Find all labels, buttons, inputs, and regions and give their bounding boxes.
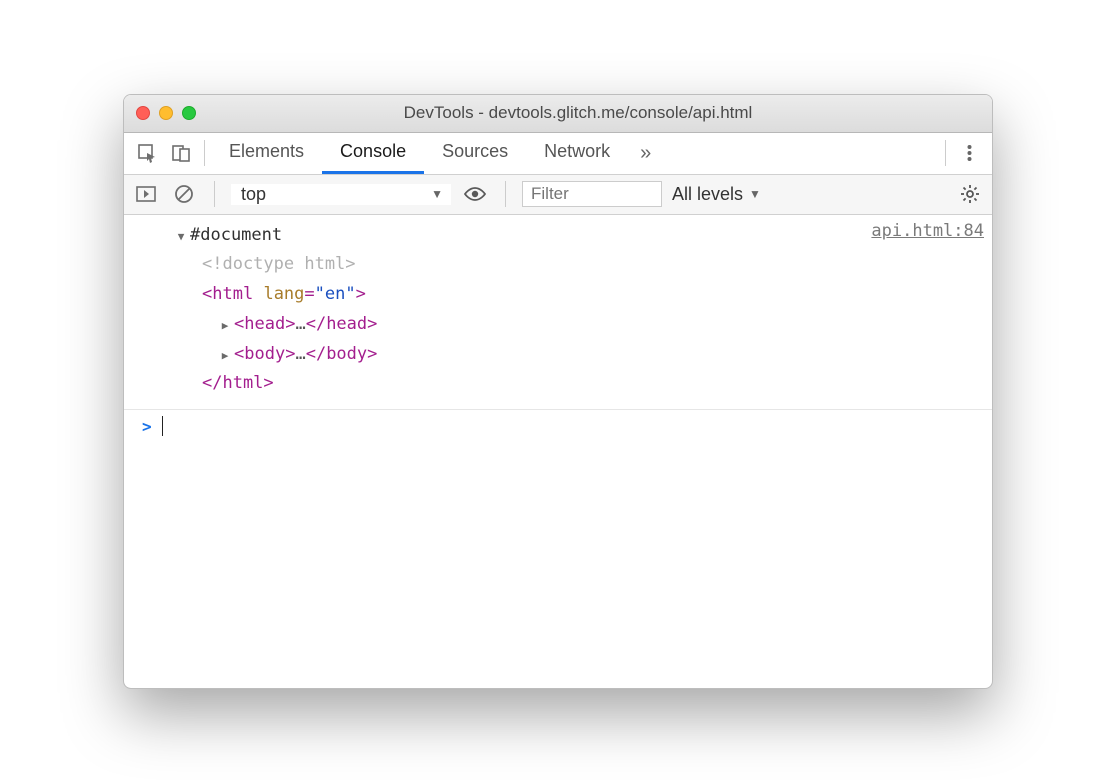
- separator: [505, 181, 506, 207]
- tab-network[interactable]: Network: [526, 133, 628, 174]
- inspect-tools: [130, 133, 198, 174]
- source-link[interactable]: api.html:84: [871, 221, 984, 400]
- window-controls: [136, 106, 196, 120]
- console-settings-icon[interactable]: [956, 180, 984, 208]
- log-levels-selector[interactable]: All levels ▼: [672, 184, 761, 205]
- main-tabstrip: Elements Console Sources Network »: [124, 133, 992, 175]
- dropdown-triangle-icon: ▼: [431, 187, 443, 201]
- document-node[interactable]: #document: [190, 225, 282, 245]
- text-cursor: [162, 416, 164, 436]
- live-expression-icon[interactable]: [461, 180, 489, 208]
- separator: [945, 140, 946, 166]
- console-log-entry: #document <!doctype html> <html lang="en…: [124, 215, 992, 411]
- expand-toggle[interactable]: [218, 340, 232, 370]
- prompt-caret-icon: >: [142, 417, 152, 436]
- log-levels-label: All levels: [672, 184, 743, 205]
- tab-elements[interactable]: Elements: [211, 133, 322, 174]
- panel-tabs: Elements Console Sources Network: [211, 133, 628, 174]
- expand-toggle[interactable]: [174, 221, 188, 251]
- dropdown-triangle-icon: ▼: [749, 187, 761, 201]
- tabs-overflow-button[interactable]: »: [628, 133, 663, 174]
- tab-sources[interactable]: Sources: [424, 133, 526, 174]
- console-output: #document <!doctype html> <html lang="en…: [124, 215, 992, 688]
- devtools-window: DevTools - devtools.glitch.me/console/ap…: [123, 94, 993, 689]
- device-toolbar-icon[interactable]: [164, 132, 198, 174]
- clear-console-icon[interactable]: [170, 180, 198, 208]
- toggle-sidebar-icon[interactable]: [132, 180, 160, 208]
- context-label: top: [239, 184, 266, 205]
- expand-toggle[interactable]: [218, 310, 232, 340]
- html-open-node[interactable]: <html lang="en">: [174, 280, 871, 310]
- doctype-node: <!doctype html>: [174, 250, 871, 280]
- zoom-window-button[interactable]: [182, 106, 196, 120]
- body-node[interactable]: <body>…</body>: [174, 340, 871, 370]
- inspect-element-icon[interactable]: [130, 132, 164, 174]
- context-selector[interactable]: top ▼: [231, 184, 451, 205]
- devtools-menu-button[interactable]: [952, 133, 986, 174]
- separator: [214, 181, 215, 207]
- titlebar: DevTools - devtools.glitch.me/console/ap…: [124, 95, 992, 133]
- tab-console[interactable]: Console: [322, 133, 424, 174]
- minimize-window-button[interactable]: [159, 106, 173, 120]
- html-close-node: </html>: [174, 369, 871, 399]
- head-node[interactable]: <head>…</head>: [174, 310, 871, 340]
- dom-tree: #document <!doctype html> <html lang="en…: [174, 221, 871, 400]
- window-title: DevTools - devtools.glitch.me/console/ap…: [216, 103, 940, 123]
- close-window-button[interactable]: [136, 106, 150, 120]
- console-prompt[interactable]: >: [124, 410, 992, 442]
- console-toolbar: top ▼ All levels ▼: [124, 175, 992, 215]
- filter-input[interactable]: [522, 181, 662, 207]
- separator: [204, 140, 205, 166]
